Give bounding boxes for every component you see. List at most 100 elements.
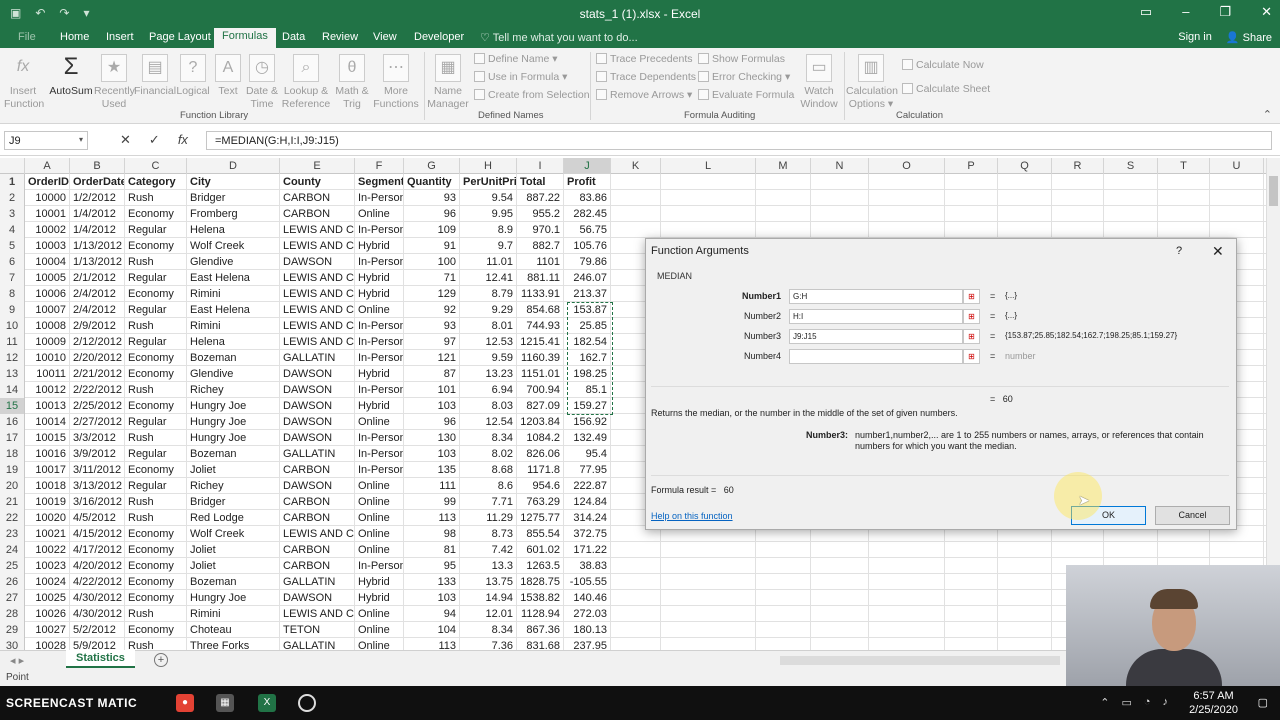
cell[interactable]: 101: [404, 382, 460, 398]
cell[interactable]: Bridger: [187, 190, 280, 206]
cell[interactable]: LEWIS AND CLARK: [280, 286, 355, 302]
cell[interactable]: [945, 206, 998, 222]
column-header[interactable]: T: [1158, 158, 1210, 174]
cell[interactable]: 1/4/2012: [70, 222, 125, 238]
row-number[interactable]: 18: [0, 446, 25, 462]
cell[interactable]: 237.95: [564, 638, 611, 650]
cell[interactable]: 129: [404, 286, 460, 302]
restore-icon[interactable]: ❐: [1219, 4, 1231, 20]
cell[interactable]: [998, 574, 1052, 590]
cell[interactable]: Rush: [125, 318, 187, 334]
cell[interactable]: 13.75: [460, 574, 517, 590]
cell[interactable]: 8.02: [460, 446, 517, 462]
row-number[interactable]: 26: [0, 574, 25, 590]
chrome-icon[interactable]: ●: [176, 694, 194, 712]
cell[interactable]: [661, 574, 756, 590]
cell[interactable]: [998, 590, 1052, 606]
record-app-icon[interactable]: [298, 694, 316, 712]
cell[interactable]: [811, 638, 869, 650]
cell[interactable]: Online: [355, 494, 404, 510]
cell[interactable]: 156.92: [564, 414, 611, 430]
cell[interactable]: In-Person: [355, 462, 404, 478]
cell[interactable]: 93: [404, 318, 460, 334]
cell[interactable]: 56.75: [564, 222, 611, 238]
cell[interactable]: 10024: [25, 574, 70, 590]
close-window-icon[interactable]: ✕: [1261, 4, 1272, 20]
cell[interactable]: East Helena: [187, 302, 280, 318]
cell[interactable]: [1052, 174, 1104, 190]
remove-arrows-button[interactable]: Remove Arrows ▾: [596, 86, 692, 105]
cell[interactable]: 8.9: [460, 222, 517, 238]
cell[interactable]: 10010: [25, 350, 70, 366]
network-icon[interactable]: ◔: [1144, 696, 1151, 709]
cell[interactable]: [661, 542, 756, 558]
financial-button[interactable]: ▤ Financial: [134, 54, 176, 98]
column-header[interactable]: S: [1104, 158, 1158, 174]
cell[interactable]: 8.34: [460, 622, 517, 638]
cell[interactable]: 11.29: [460, 510, 517, 526]
cell[interactable]: CARBON: [280, 510, 355, 526]
cell[interactable]: Economy: [125, 206, 187, 222]
cell[interactable]: 827.09: [517, 398, 564, 414]
cell[interactable]: County: [280, 174, 355, 190]
cell[interactable]: 222.87: [564, 478, 611, 494]
row-number[interactable]: 13: [0, 366, 25, 382]
use-in-formula-button[interactable]: Use in Formula ▾: [474, 68, 567, 87]
cell[interactable]: City: [187, 174, 280, 190]
cell[interactable]: 105.76: [564, 238, 611, 254]
cell[interactable]: [998, 542, 1052, 558]
column-header[interactable]: D: [187, 158, 280, 174]
cell[interactable]: 171.22: [564, 542, 611, 558]
range-select-icon[interactable]: ⊞: [963, 349, 980, 364]
cell[interactable]: 826.06: [517, 446, 564, 462]
cell[interactable]: 10021: [25, 526, 70, 542]
row-number[interactable]: 21: [0, 494, 25, 510]
cell[interactable]: 3/11/2012: [70, 462, 125, 478]
cell[interactable]: [611, 190, 661, 206]
column-header[interactable]: R: [1052, 158, 1104, 174]
cell[interactable]: Online: [355, 542, 404, 558]
cell[interactable]: [811, 542, 869, 558]
cell[interactable]: 12.54: [460, 414, 517, 430]
math-trig-button[interactable]: θ Math & Trig: [334, 54, 370, 111]
cell[interactable]: 10027: [25, 622, 70, 638]
cell[interactable]: 3/3/2012: [70, 430, 125, 446]
cell[interactable]: Bridger: [187, 494, 280, 510]
text-button[interactable]: A Text: [214, 54, 242, 98]
arg-input-number2[interactable]: H:I: [789, 309, 963, 324]
cell[interactable]: 5/2/2012: [70, 622, 125, 638]
cell[interactable]: 5/9/2012: [70, 638, 125, 650]
cell[interactable]: 10008: [25, 318, 70, 334]
cell[interactable]: 2/4/2012: [70, 302, 125, 318]
cell[interactable]: Rimini: [187, 318, 280, 334]
cell[interactable]: 7.36: [460, 638, 517, 650]
row-number[interactable]: 19: [0, 462, 25, 478]
cell[interactable]: 10018: [25, 478, 70, 494]
cell[interactable]: LEWIS AND CLARK: [280, 302, 355, 318]
cell[interactable]: [1104, 174, 1158, 190]
cell[interactable]: [811, 190, 869, 206]
error-checking-button[interactable]: Error Checking ▾: [698, 68, 790, 87]
cell[interactable]: [661, 174, 756, 190]
cell[interactable]: 96: [404, 206, 460, 222]
cell[interactable]: Rush: [125, 510, 187, 526]
cell[interactable]: 109: [404, 222, 460, 238]
cell[interactable]: Hungry Joe: [187, 430, 280, 446]
cell[interactable]: [611, 542, 661, 558]
cell[interactable]: Economy: [125, 558, 187, 574]
cell[interactable]: Hybrid: [355, 590, 404, 606]
tab-data[interactable]: Data: [282, 31, 305, 43]
cell[interactable]: [945, 638, 998, 650]
cell[interactable]: [1210, 542, 1264, 558]
cell[interactable]: 1084.2: [517, 430, 564, 446]
name-box[interactable]: J9 ▾: [4, 131, 88, 150]
cell[interactable]: 13.23: [460, 366, 517, 382]
cell[interactable]: [1210, 174, 1264, 190]
cell[interactable]: [869, 606, 945, 622]
cell[interactable]: 4/30/2012: [70, 606, 125, 622]
cell[interactable]: 100: [404, 254, 460, 270]
cell[interactable]: 282.45: [564, 206, 611, 222]
cell[interactable]: [869, 638, 945, 650]
tab-home[interactable]: Home: [60, 31, 89, 43]
cell[interactable]: Economy: [125, 286, 187, 302]
